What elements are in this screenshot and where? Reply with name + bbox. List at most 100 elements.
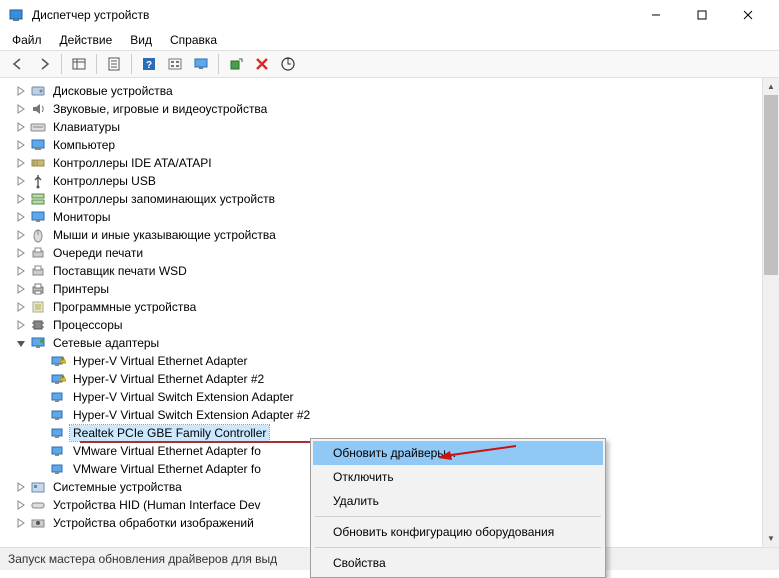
tree-node[interactable]: Мониторы xyxy=(12,208,779,226)
window-title: Диспетчер устройств xyxy=(32,8,633,22)
menu-file[interactable]: Файл xyxy=(4,31,50,49)
chevron-right-icon[interactable] xyxy=(14,264,28,278)
context-menu: Обновить драйверы...ОтключитьУдалить Обно… xyxy=(310,438,606,578)
menu-action[interactable]: Действие xyxy=(52,31,121,49)
tree-node[interactable]: Hyper-V Virtual Switch Extension Adapter… xyxy=(32,406,779,424)
tree-node-label: Контроллеры USB xyxy=(50,173,159,189)
tree-node[interactable]: Контроллеры IDE ATA/ATAPI xyxy=(12,154,779,172)
tree-node-label: Контроллеры запоминающих устройств xyxy=(50,191,278,207)
back-button[interactable] xyxy=(6,52,30,76)
window-controls xyxy=(633,0,771,30)
chevron-right-icon[interactable] xyxy=(14,246,28,260)
context-menu-separator xyxy=(315,516,601,517)
menu-help[interactable]: Справка xyxy=(162,31,225,49)
tree-node[interactable]: !Hyper-V Virtual Ethernet Adapter xyxy=(32,352,779,370)
net-adapter-icon xyxy=(50,425,66,441)
tree-node[interactable]: Поставщик печати WSD xyxy=(12,262,779,280)
ide-icon xyxy=(30,155,46,171)
help-button[interactable]: ? xyxy=(137,52,161,76)
tree-node[interactable]: Мыши и иные указывающие устройства xyxy=(12,226,779,244)
net-adapter-icon xyxy=(50,407,66,423)
menu-view[interactable]: Вид xyxy=(122,31,160,49)
tree-node-label: Hyper-V Virtual Ethernet Adapter xyxy=(70,353,251,369)
audio-icon xyxy=(30,101,46,117)
chevron-right-icon[interactable] xyxy=(14,282,28,296)
view-small-button[interactable] xyxy=(163,52,187,76)
chevron-right-icon[interactable] xyxy=(14,228,28,242)
tree-node[interactable]: Процессоры xyxy=(12,316,779,334)
storage-icon xyxy=(30,191,46,207)
tree-node[interactable]: Звуковые, игровые и видеоустройства xyxy=(12,100,779,118)
app-icon xyxy=(8,7,24,23)
tree-node[interactable]: Компьютер xyxy=(12,136,779,154)
tree-node[interactable]: Контроллеры USB xyxy=(12,172,779,190)
chevron-right-icon[interactable] xyxy=(14,102,28,116)
tree-node-label: Компьютер xyxy=(50,137,118,153)
vertical-scrollbar[interactable]: ▲ ▼ xyxy=(762,78,779,547)
imaging-icon xyxy=(30,515,46,531)
scroll-thumb[interactable] xyxy=(764,95,778,275)
tree-node-label: Программные устройства xyxy=(50,299,199,315)
usb-icon xyxy=(30,173,46,189)
context-menu-item[interactable]: Свойства xyxy=(313,551,603,575)
net-adapter-icon: ! xyxy=(50,371,66,387)
uninstall-button[interactable] xyxy=(250,52,274,76)
chevron-right-icon[interactable] xyxy=(14,480,28,494)
tree-node[interactable]: !Hyper-V Virtual Ethernet Adapter #2 xyxy=(32,370,779,388)
scroll-down-icon[interactable]: ▼ xyxy=(763,530,779,547)
maximize-button[interactable] xyxy=(679,0,725,30)
properties-button[interactable] xyxy=(102,52,126,76)
chevron-right-icon[interactable] xyxy=(14,174,28,188)
tree-node[interactable]: Принтеры xyxy=(12,280,779,298)
tree-node[interactable]: Сетевые адаптеры xyxy=(12,334,779,352)
chevron-right-icon[interactable] xyxy=(14,84,28,98)
expander-placeholder xyxy=(34,372,48,386)
close-button[interactable] xyxy=(725,0,771,30)
scan-hardware-button[interactable] xyxy=(224,52,248,76)
toolbar-separator xyxy=(218,54,219,74)
tree-node-label: Устройства HID (Human Interface Dev xyxy=(50,497,264,513)
cpu-icon xyxy=(30,317,46,333)
tree-node[interactable]: Hyper-V Virtual Switch Extension Adapter xyxy=(32,388,779,406)
toolbar-separator xyxy=(96,54,97,74)
tree-node[interactable]: Очереди печати xyxy=(12,244,779,262)
chevron-right-icon[interactable] xyxy=(14,156,28,170)
minimize-button[interactable] xyxy=(633,0,679,30)
chevron-right-icon[interactable] xyxy=(14,120,28,134)
context-menu-item[interactable]: Отключить xyxy=(313,465,603,489)
tree-node-label: Мыши и иные указывающие устройства xyxy=(50,227,279,243)
scroll-up-icon[interactable]: ▲ xyxy=(763,78,779,95)
chevron-right-icon[interactable] xyxy=(14,516,28,530)
tree-node[interactable]: Дисковые устройства xyxy=(12,82,779,100)
context-menu-item[interactable]: Обновить конфигурацию оборудования xyxy=(313,520,603,544)
tree-node-label: Hyper-V Virtual Switch Extension Adapter… xyxy=(70,407,313,423)
chevron-down-icon[interactable] xyxy=(14,336,28,350)
forward-button[interactable] xyxy=(32,52,56,76)
software-icon xyxy=(30,299,46,315)
update-driver-button[interactable] xyxy=(276,52,300,76)
chevron-right-icon[interactable] xyxy=(14,210,28,224)
chevron-right-icon[interactable] xyxy=(14,300,28,314)
context-menu-item[interactable]: Обновить драйверы... xyxy=(313,441,603,465)
expander-placeholder xyxy=(34,408,48,422)
show-hidden-button[interactable] xyxy=(67,52,91,76)
toolbar-separator xyxy=(131,54,132,74)
tree-node-label: Контроллеры IDE ATA/ATAPI xyxy=(50,155,215,171)
system-icon xyxy=(30,479,46,495)
net-adapter-icon xyxy=(50,461,66,477)
net-adapter-icon xyxy=(50,389,66,405)
chevron-right-icon[interactable] xyxy=(14,192,28,206)
tree-node[interactable]: Программные устройства xyxy=(12,298,779,316)
expander-placeholder xyxy=(34,462,48,476)
net-adapter-icon: ! xyxy=(50,353,66,369)
tree-node[interactable]: Контроллеры запоминающих устройств xyxy=(12,190,779,208)
tree-node[interactable]: Клавиатуры xyxy=(12,118,779,136)
chevron-right-icon[interactable] xyxy=(14,498,28,512)
view-monitor-button[interactable] xyxy=(189,52,213,76)
context-menu-item[interactable]: Удалить xyxy=(313,489,603,513)
chevron-right-icon[interactable] xyxy=(14,318,28,332)
chevron-right-icon[interactable] xyxy=(14,138,28,152)
tree-node-label: Звуковые, игровые и видеоустройства xyxy=(50,101,270,117)
context-menu-separator xyxy=(315,547,601,548)
monitor-icon xyxy=(30,209,46,225)
